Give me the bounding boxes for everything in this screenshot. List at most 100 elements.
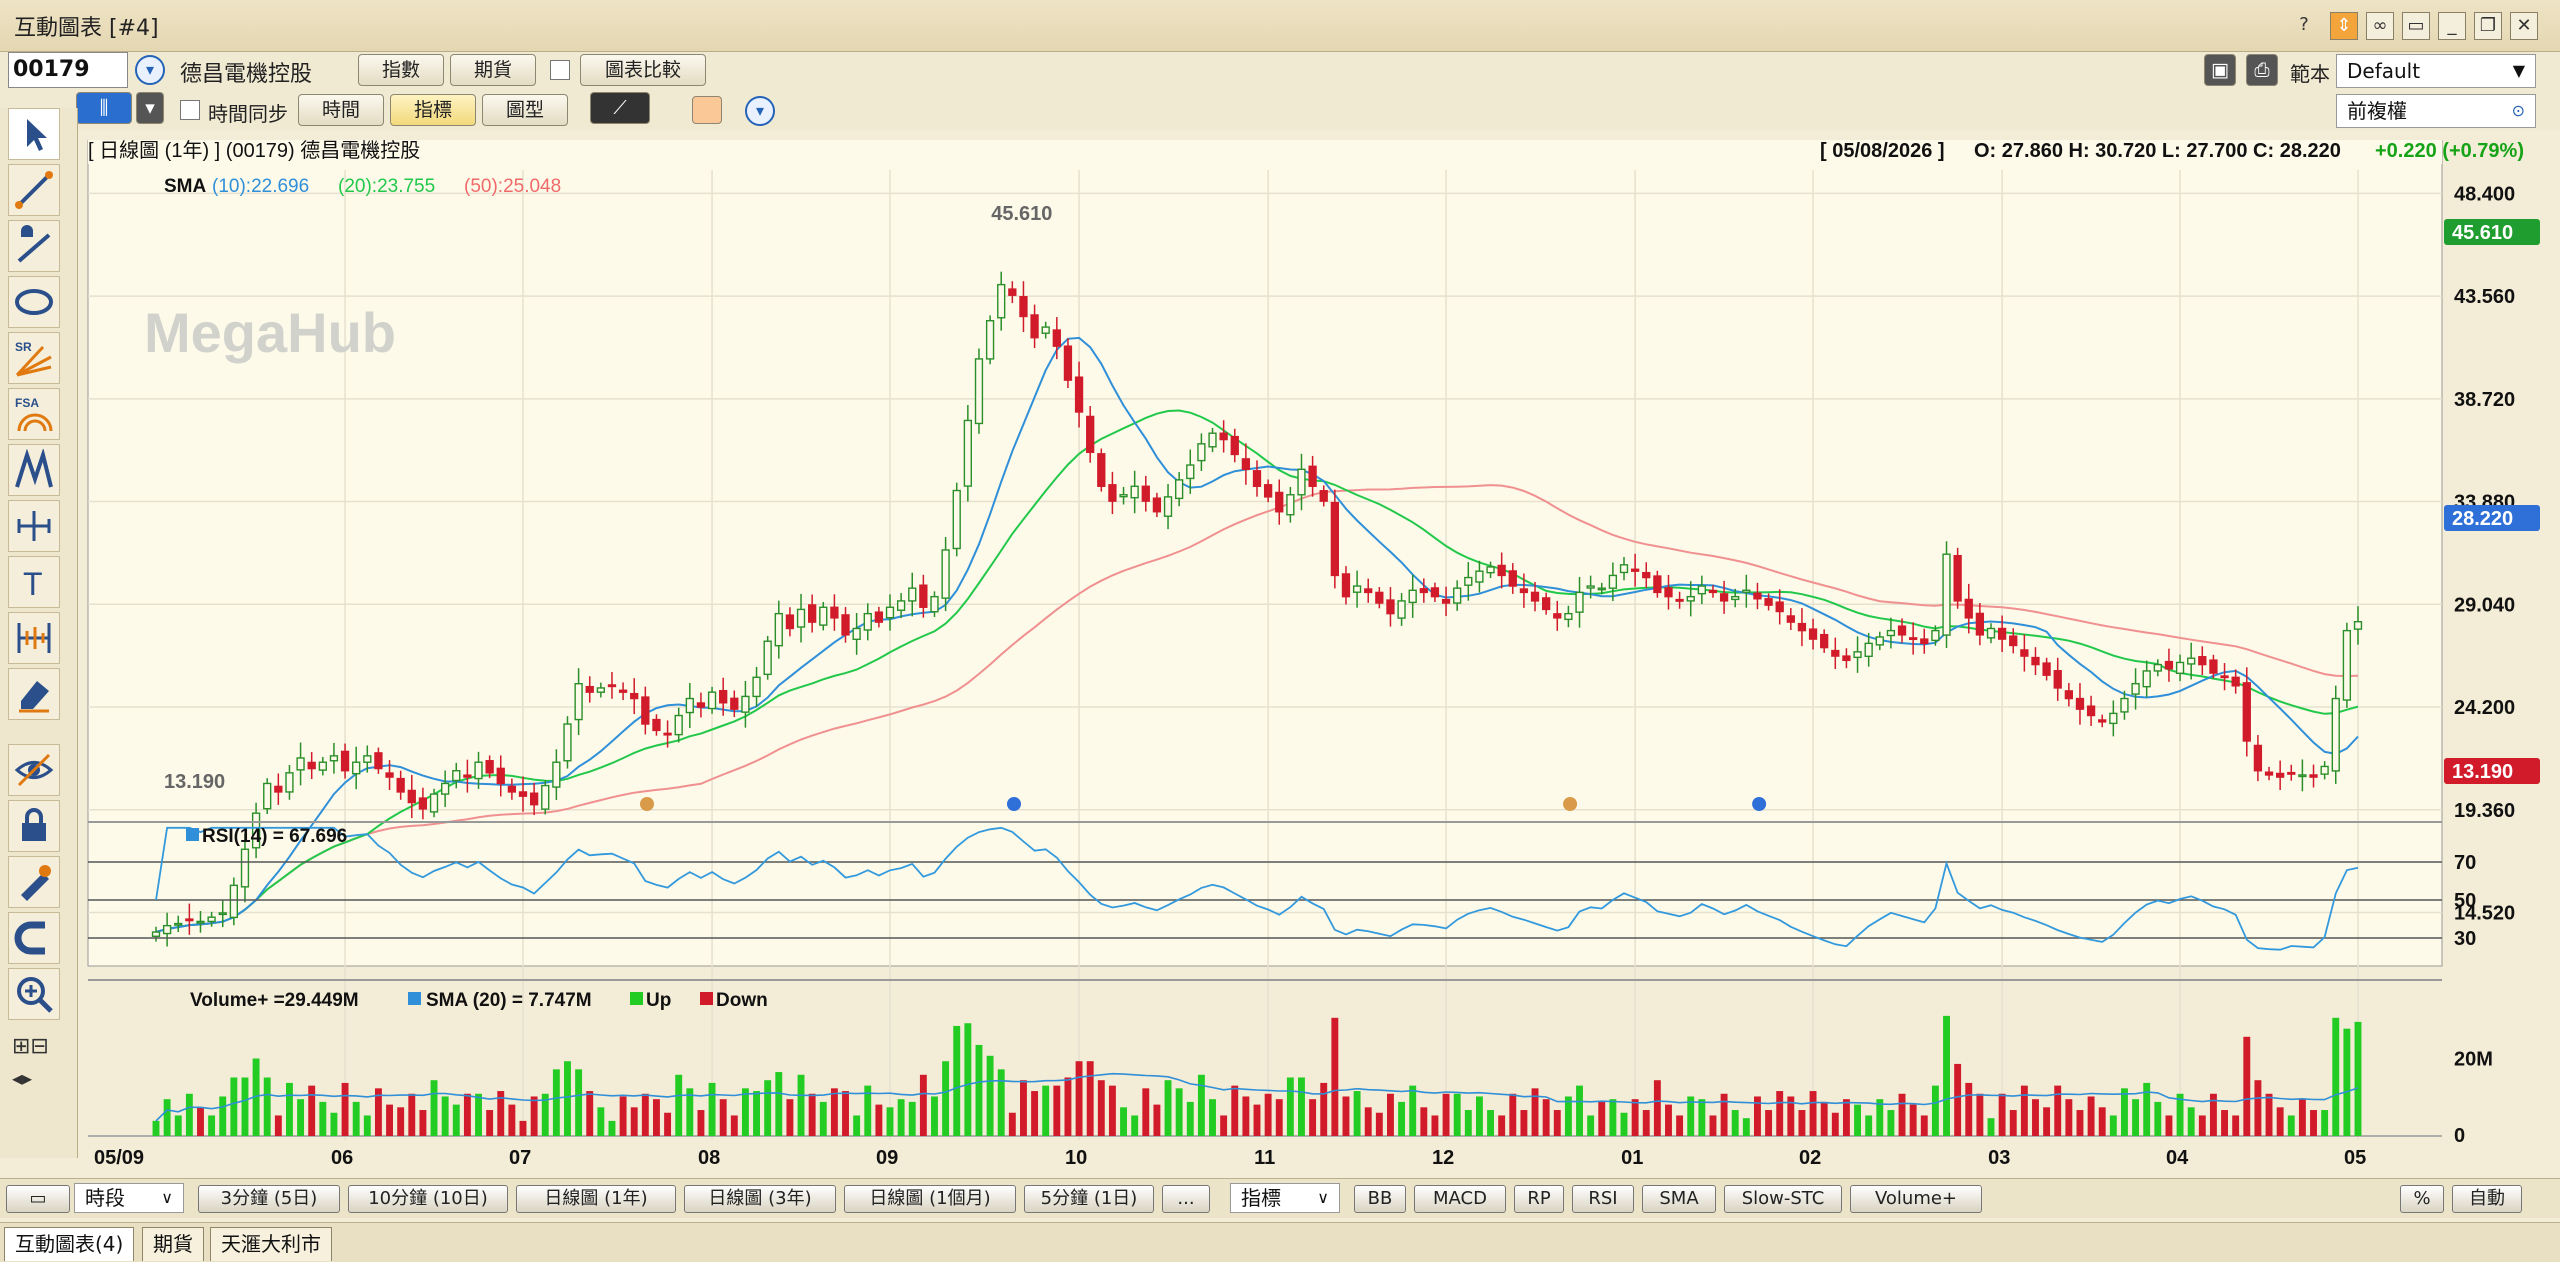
volume-bar bbox=[1887, 1110, 1895, 1136]
period-more-button[interactable]: ... bbox=[1162, 1185, 1210, 1213]
price-tick-label: 29.040 bbox=[2454, 594, 2515, 616]
collapse-icon[interactable]: ▭ bbox=[6, 1185, 70, 1213]
volume-bar bbox=[797, 1074, 805, 1136]
pattern-button[interactable]: 圖型 bbox=[482, 94, 568, 126]
chart-type-dropdown-icon[interactable]: ▾ bbox=[136, 92, 164, 124]
volume-bar bbox=[1820, 1101, 1828, 1136]
link-icon[interactable]: ∞ bbox=[2366, 12, 2394, 40]
volume-bar bbox=[441, 1096, 449, 1136]
save-icon[interactable]: ▣ bbox=[2204, 54, 2236, 86]
indicator-rp-button[interactable]: RP bbox=[1514, 1185, 1564, 1213]
ellipse-tool-icon[interactable] bbox=[8, 276, 60, 328]
code-dropdown-icon[interactable]: ▾ bbox=[135, 55, 165, 85]
period-5min-button[interactable]: 5分鐘 (1日) bbox=[1024, 1185, 1154, 1213]
tab-interactive-chart[interactable]: 互動圖表(4) bbox=[4, 1227, 135, 1261]
volume-bar bbox=[708, 1082, 716, 1136]
indicator-rsi-button[interactable]: RSI bbox=[1572, 1185, 1634, 1213]
line-chart-icon[interactable]: ⟋ bbox=[590, 92, 650, 124]
volume-bar bbox=[2098, 1107, 2106, 1136]
candle-body bbox=[1542, 597, 1551, 611]
compare-checkbox[interactable] bbox=[550, 60, 570, 80]
candle-body bbox=[529, 792, 539, 806]
candle-body bbox=[340, 750, 350, 772]
color-swatch[interactable] bbox=[692, 96, 722, 124]
indicator-macd-button[interactable]: MACD bbox=[1414, 1185, 1506, 1213]
price-chart[interactable]: MegaHub 45.61013.190 14.52019.36024.2002… bbox=[82, 132, 2560, 1180]
indicator-sma-button[interactable]: SMA bbox=[1642, 1185, 1716, 1213]
ruler-tool-icon[interactable] bbox=[8, 612, 60, 664]
volume-bar bbox=[552, 1069, 560, 1136]
candle-body bbox=[2187, 657, 2196, 665]
minimize-icon[interactable]: _ bbox=[2438, 12, 2466, 40]
layout-icon[interactable]: ▭ bbox=[2402, 12, 2430, 40]
indicator-volume-button[interactable]: Volume+ bbox=[1850, 1185, 1982, 1213]
candlestick-type-icon[interactable]: ⫼ bbox=[76, 92, 132, 124]
chart-area[interactable]: MegaHub 45.610 13.190 14.520 19.360 24.200 2… bbox=[82, 132, 2560, 1180]
close-icon[interactable]: ✕ bbox=[2510, 12, 2538, 40]
adjust-select[interactable]: 前複權 ⊙ bbox=[2336, 94, 2536, 128]
candle-body bbox=[1797, 622, 1807, 632]
indicator-select[interactable]: 指標 ∨ bbox=[1230, 1183, 1340, 1213]
candle-body bbox=[1397, 600, 1406, 619]
auto-button[interactable]: 自動 bbox=[2452, 1185, 2522, 1213]
measure-tool-icon[interactable] bbox=[8, 500, 60, 552]
scroll-arrows-icon[interactable]: ◂▸ bbox=[12, 1066, 32, 1090]
indicator-button[interactable]: 指標 bbox=[390, 94, 476, 126]
indicator-bb-button[interactable]: BB bbox=[1354, 1185, 1406, 1213]
pointer-tool-icon[interactable] bbox=[8, 108, 60, 160]
template-select[interactable]: Default ▼ bbox=[2336, 54, 2536, 88]
candle-body bbox=[196, 920, 205, 924]
pattern-tool-icon[interactable] bbox=[8, 444, 60, 496]
print-icon[interactable]: ⎙ bbox=[2246, 54, 2278, 86]
tab-futures[interactable]: 期貨 bbox=[142, 1227, 204, 1261]
time-sync-checkbox[interactable] bbox=[180, 100, 200, 120]
eraser-tool-icon[interactable] bbox=[8, 668, 60, 720]
indicator-slowstc-button[interactable]: Slow-STC bbox=[1724, 1185, 1842, 1213]
top-toolbar: 00179 ▾ 德昌電機控股 指數 期貨 圖表比較 ▣ ⎙ 範本 Default… bbox=[0, 52, 2560, 90]
zoom-tool-icon[interactable] bbox=[8, 968, 60, 1020]
candle-body bbox=[418, 797, 428, 810]
indices-button[interactable]: 指數 bbox=[358, 54, 444, 86]
time-button[interactable]: 時間 bbox=[298, 94, 384, 126]
time-sync-label: 時間同步 bbox=[208, 102, 288, 126]
period-10min-button[interactable]: 10分鐘 (10日) bbox=[348, 1185, 508, 1213]
futures-button[interactable]: 期貨 bbox=[450, 54, 536, 86]
lock-tool-icon[interactable] bbox=[8, 800, 60, 852]
percent-button[interactable]: % bbox=[2400, 1185, 2444, 1213]
restore-icon[interactable]: ❐ bbox=[2474, 12, 2502, 40]
compare-button[interactable]: 圖表比較 bbox=[580, 54, 706, 86]
volume-bar bbox=[1676, 1115, 1684, 1136]
trendline-tool-icon[interactable] bbox=[8, 164, 60, 216]
text-tool-icon[interactable]: T bbox=[8, 556, 60, 608]
event-marker bbox=[1563, 797, 1578, 811]
period-daily-1y-button[interactable]: 日線圖 (1年) bbox=[516, 1185, 676, 1213]
magnet-tool-icon[interactable] bbox=[8, 912, 60, 964]
help-icon[interactable]: ? bbox=[2290, 12, 2318, 40]
candle-body bbox=[930, 595, 939, 613]
fsa-tool-icon[interactable]: FSA bbox=[8, 388, 60, 440]
volume-bar bbox=[363, 1115, 371, 1136]
volume-bar bbox=[475, 1093, 482, 1136]
period-select[interactable]: 時段 ∨ bbox=[74, 1183, 184, 1213]
more-options-icon[interactable]: ▾ bbox=[745, 96, 775, 126]
period-daily-3y-button[interactable]: 日線圖 (3年) bbox=[684, 1185, 836, 1213]
volume-bar bbox=[1097, 1080, 1105, 1136]
stock-code-input[interactable]: 00179 bbox=[8, 52, 128, 88]
tab-tianhui[interactable]: 天滙大利市 bbox=[210, 1227, 332, 1261]
period-daily-1m-button[interactable]: 日線圖 (1個月) bbox=[844, 1185, 1016, 1213]
visibility-tool-icon[interactable] bbox=[8, 744, 60, 796]
volume-bar bbox=[1564, 1096, 1572, 1136]
candle-body bbox=[263, 782, 272, 810]
chevron-down-icon: ⊙ bbox=[2511, 101, 2525, 120]
pin-icon[interactable]: ⇕ bbox=[2330, 12, 2358, 40]
zoom-plusminus-icon[interactable]: ⊞⊟ bbox=[12, 1034, 49, 1059]
volume-bar bbox=[2298, 1099, 2306, 1136]
period-3min-button[interactable]: 3分鐘 (5日) bbox=[198, 1185, 340, 1213]
volume-bar bbox=[1442, 1093, 1450, 1136]
volume-bar bbox=[1943, 1015, 1950, 1136]
volume-bar bbox=[1331, 1017, 1339, 1136]
pen-tool-icon[interactable] bbox=[8, 856, 60, 908]
alert-line-tool-icon[interactable] bbox=[8, 220, 60, 272]
sr-tool-icon[interactable]: SR bbox=[8, 332, 60, 384]
candle-body bbox=[2175, 661, 2185, 674]
